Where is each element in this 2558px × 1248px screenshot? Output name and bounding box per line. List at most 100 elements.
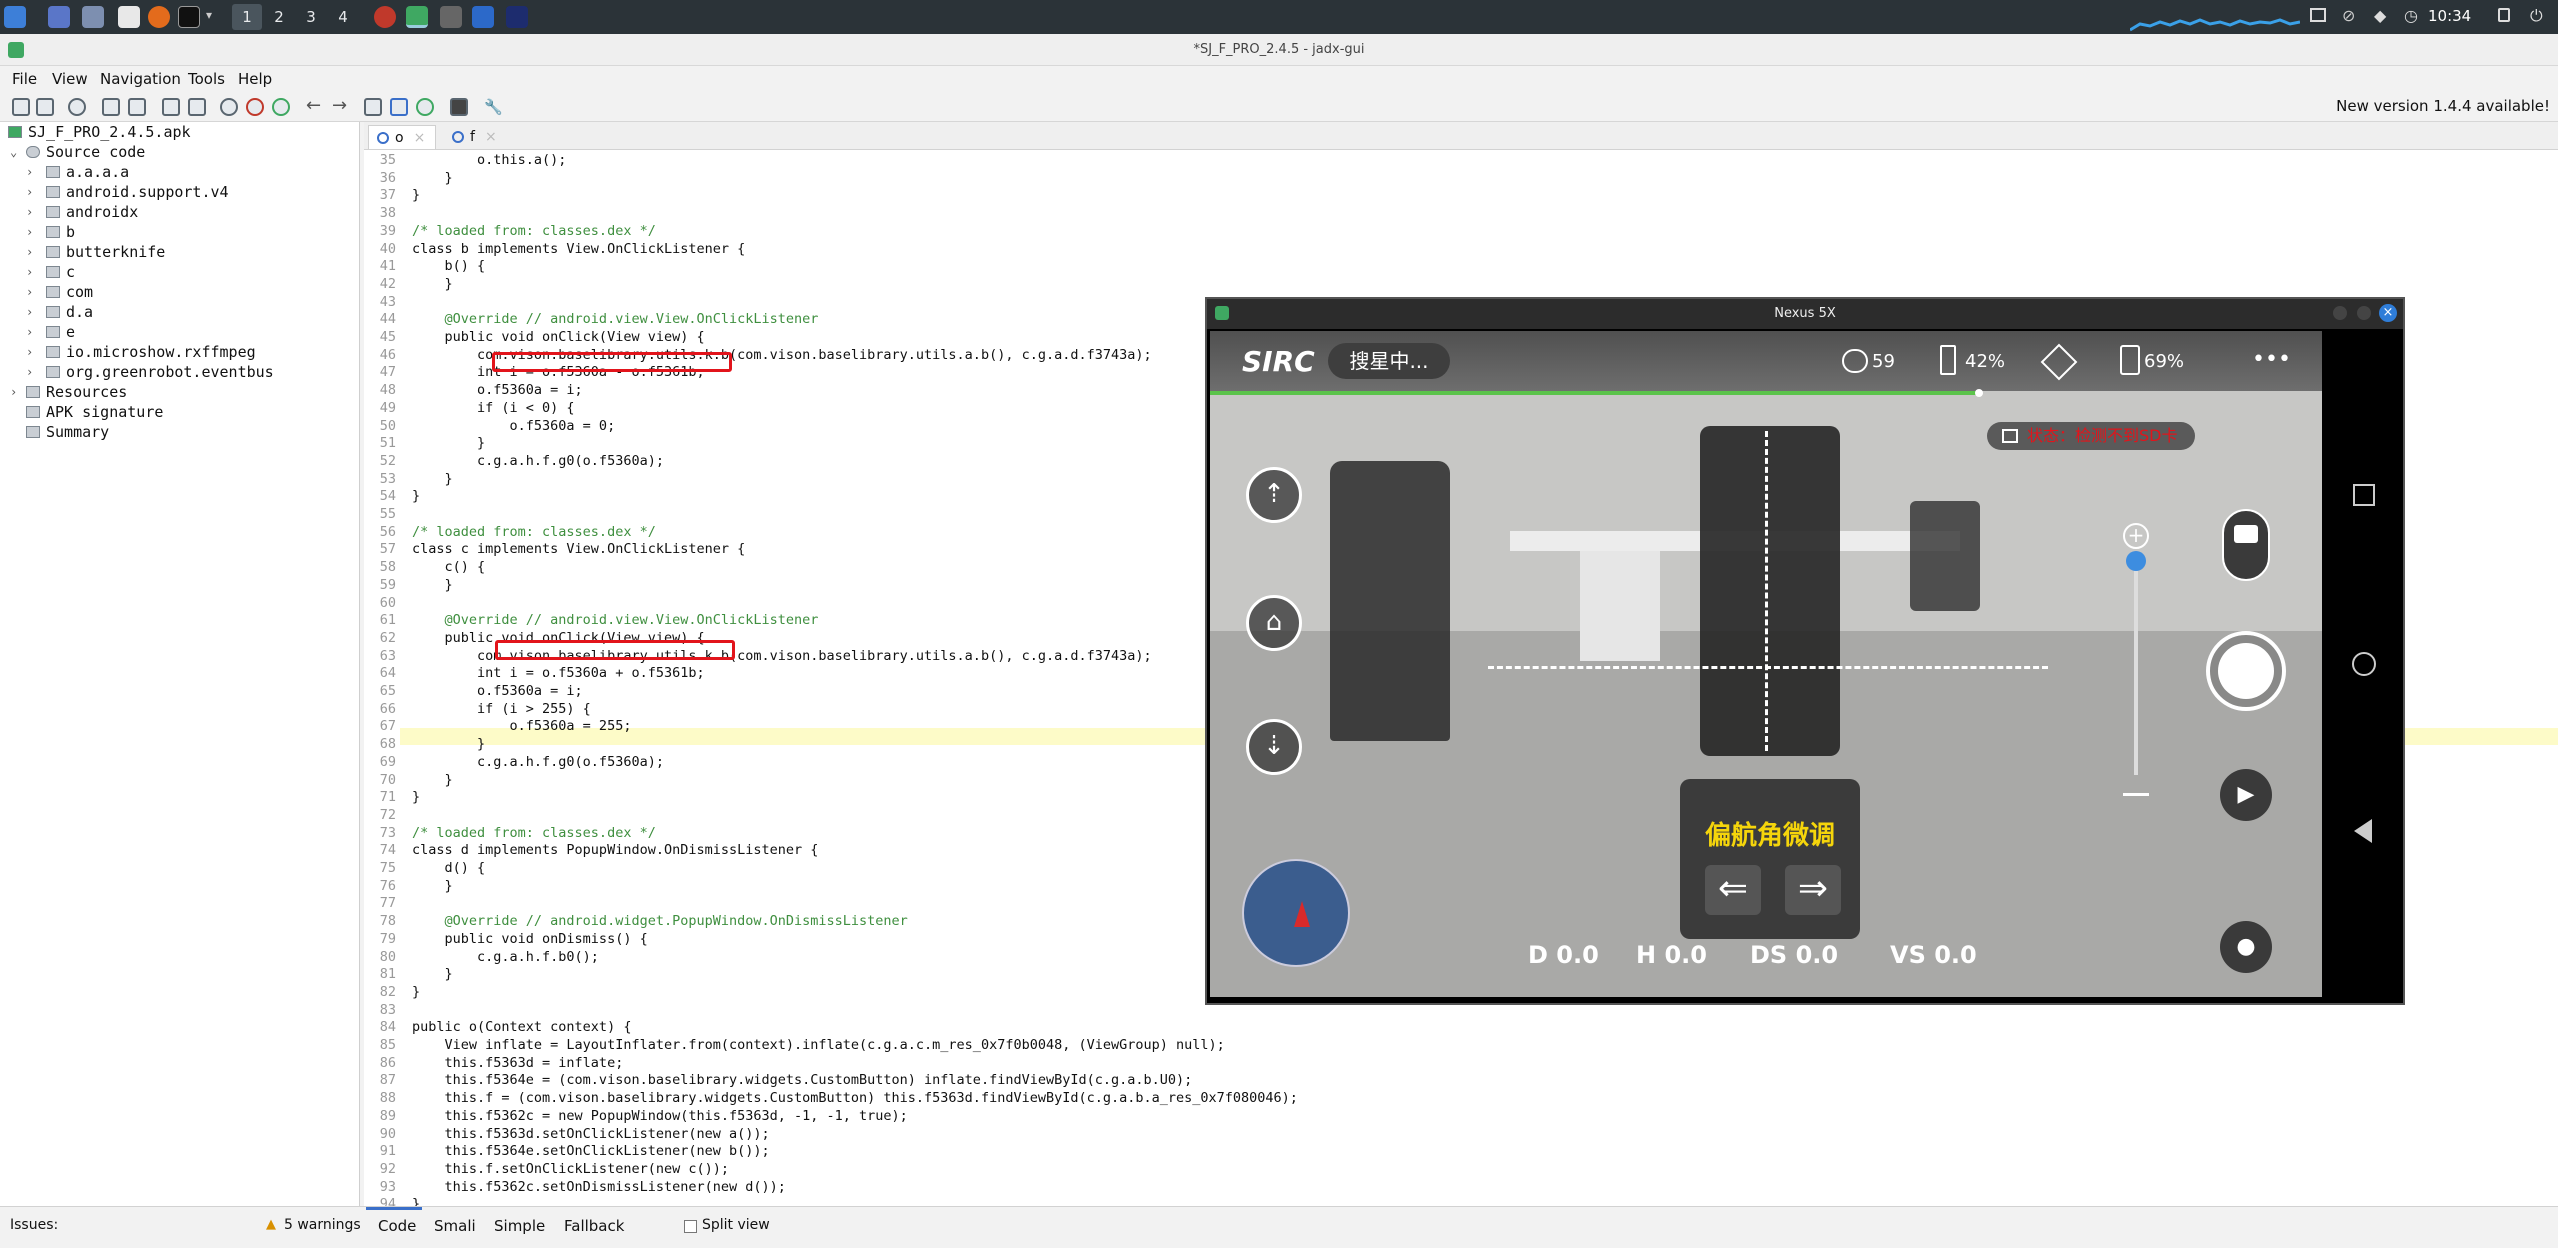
menu-navigation[interactable]: Navigation [100, 70, 181, 88]
yaw-left-button[interactable]: ⇐ [1705, 865, 1761, 915]
tree-package[interactable]: › com [26, 282, 93, 302]
tree-package[interactable]: › androidx [26, 202, 138, 222]
warnings-count[interactable]: 5 warnings [284, 1217, 361, 1233]
workspace-4[interactable]: 4 [328, 4, 358, 30]
tab-code[interactable]: Code [378, 1217, 416, 1235]
update-notice[interactable]: New version 1.4.4 available! [2336, 97, 2550, 115]
wrench-icon[interactable]: 🔧 [484, 98, 503, 116]
tree-apk-signature[interactable]: APK signature [26, 402, 163, 422]
chevron-right-icon[interactable]: › [26, 162, 40, 182]
file-manager-icon[interactable] [82, 6, 104, 28]
clock[interactable]: 10:34 [2428, 7, 2471, 25]
chevron-right-icon[interactable]: › [26, 342, 40, 362]
minimize-icon[interactable] [2333, 306, 2347, 320]
export-icon[interactable] [128, 98, 146, 116]
tab-fallback[interactable]: Fallback [564, 1217, 624, 1235]
tree-package[interactable]: › android.support.v4 [26, 182, 229, 202]
return-home-button[interactable]: ⌂ [1246, 595, 1302, 651]
tab-smali[interactable]: Smali [434, 1217, 476, 1235]
land-button[interactable]: ⇣ [1246, 719, 1302, 775]
power-icon[interactable]: ⏻ [2530, 6, 2543, 26]
lock-icon[interactable] [2498, 8, 2510, 22]
tree-source-code[interactable]: ⌄ Source code [10, 142, 145, 162]
microphone-icon[interactable]: ● [2220, 921, 2272, 973]
chevron-right-icon[interactable]: › [26, 362, 40, 382]
search-icon[interactable] [220, 98, 238, 116]
tree-package[interactable]: › b [26, 222, 75, 242]
menu-help[interactable]: Help [238, 70, 272, 88]
tree-resources[interactable]: › Resources [10, 382, 127, 402]
chevron-right-icon[interactable]: › [26, 222, 40, 242]
bell-icon[interactable]: ◆ [2374, 6, 2386, 25]
gps-status-pill[interactable]: 搜星中... [1328, 343, 1450, 379]
close-icon[interactable]: × [2379, 304, 2397, 322]
photo-video-toggle[interactable] [2222, 509, 2270, 581]
firefox-icon[interactable] [148, 6, 170, 28]
tree-package[interactable]: › butterknife [26, 242, 165, 262]
find-class-icon[interactable] [246, 98, 264, 116]
forward-arrow-icon[interactable]: → [332, 95, 347, 116]
workspace-2[interactable]: 2 [264, 4, 294, 30]
tree-package[interactable]: › a.a.a.a [26, 162, 129, 182]
app-icon-red[interactable] [374, 6, 396, 28]
tree-summary[interactable]: Summary [26, 422, 109, 442]
close-icon[interactable]: × [414, 130, 426, 146]
find-usage-icon[interactable] [272, 98, 290, 116]
log-viewer-icon[interactable] [450, 98, 468, 116]
chevron-right-icon[interactable]: › [26, 322, 40, 342]
camera-view[interactable]: SIRC 搜星中... 59 42% 69% ••• 状态：检测不到SD卡 ⇡ … [1210, 331, 2322, 997]
chevron-right-icon[interactable]: › [26, 242, 40, 262]
yaw-right-button[interactable]: ⇒ [1785, 865, 1841, 915]
chevron-right-icon[interactable]: › [10, 382, 24, 402]
menu-view[interactable]: View [52, 70, 88, 88]
tab-f[interactable]: f × [444, 125, 507, 149]
menu-tools[interactable]: Tools [188, 70, 225, 88]
tab-o[interactable]: o × [368, 125, 437, 149]
workspace-3[interactable]: 3 [296, 4, 326, 30]
terminal-icon[interactable] [178, 6, 200, 28]
tree-package[interactable]: › c [26, 262, 75, 282]
close-icon[interactable]: × [485, 129, 497, 145]
open-file-icon[interactable] [12, 98, 30, 116]
tree-package[interactable]: › io.microshow.rxffmpeg [26, 342, 256, 362]
tab-simple[interactable]: Simple [494, 1217, 545, 1235]
document-icon[interactable] [118, 6, 140, 28]
more-menu[interactable]: ••• [2252, 347, 2291, 372]
add-file-icon[interactable] [36, 98, 54, 116]
menu-file[interactable]: File [12, 70, 37, 88]
chevron-down-icon[interactable]: ▾ [206, 8, 212, 22]
split-view-checkbox[interactable] [684, 1220, 697, 1233]
chevron-right-icon[interactable]: › [26, 182, 40, 202]
mute-icon[interactable]: ⊘ [2342, 6, 2355, 25]
chevron-down-icon[interactable]: ⌄ [10, 142, 24, 162]
home-icon[interactable] [2352, 652, 2376, 676]
gallery-button[interactable]: ▶ [2220, 769, 2272, 821]
workspace-1[interactable]: 1 [232, 4, 262, 30]
recents-icon[interactable] [2353, 484, 2375, 506]
reload-icon[interactable] [68, 98, 86, 116]
app-icon-blue[interactable] [472, 6, 494, 28]
chevron-right-icon[interactable]: › [26, 262, 40, 282]
tree-package[interactable]: › e [26, 322, 75, 342]
takeoff-button[interactable]: ⇡ [1246, 467, 1302, 523]
app-icon-wireshark[interactable] [506, 6, 528, 28]
tree-root[interactable]: SJ_F_PRO_2.4.5.apk [8, 122, 191, 142]
quark-icon[interactable] [364, 98, 382, 116]
debug-icon[interactable] [416, 98, 434, 116]
zoom-slider-thumb[interactable] [2126, 551, 2146, 571]
save-icon[interactable] [102, 98, 120, 116]
zoom-in-icon[interactable]: + [2123, 523, 2149, 549]
tree-package[interactable]: › d.a [26, 302, 93, 322]
back-icon[interactable] [2354, 819, 2372, 843]
deobfuscation-icon[interactable] [390, 98, 408, 116]
chevron-right-icon[interactable]: › [26, 202, 40, 222]
desktop-icon[interactable] [48, 6, 70, 28]
display-icon[interactable] [2310, 8, 2326, 22]
maximize-icon[interactable] [2357, 306, 2371, 320]
jadx-taskbar-icon[interactable] [406, 6, 428, 28]
zoom-out-icon[interactable] [2123, 793, 2149, 796]
flatten-packages-icon[interactable] [188, 98, 206, 116]
app-icon-gear[interactable] [440, 6, 462, 28]
tree-package[interactable]: › org.greenrobot.eventbus [26, 362, 274, 382]
zoom-slider[interactable] [2134, 557, 2138, 775]
